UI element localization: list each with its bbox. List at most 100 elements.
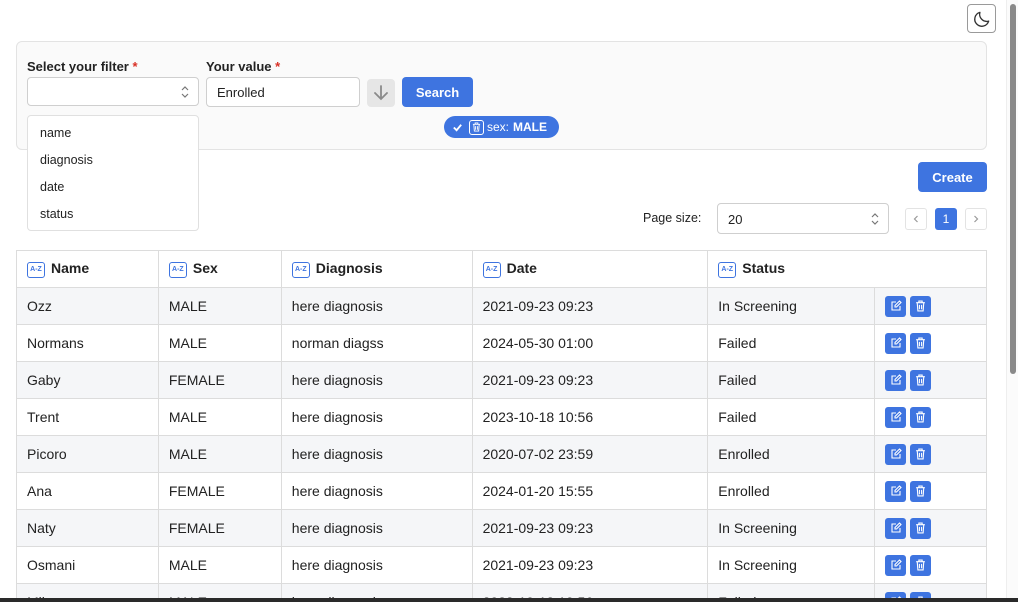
row-actions: [874, 287, 987, 325]
value-input[interactable]: [206, 77, 360, 107]
cell-date: 2024-05-30 01:00: [471, 324, 709, 362]
filter-select[interactable]: [27, 77, 199, 106]
cell-status: Failed: [707, 361, 876, 399]
chevron-left-icon: [913, 215, 918, 223]
page-size-select[interactable]: 20: [717, 203, 889, 234]
edit-icon: [890, 411, 902, 423]
filter-dropdown-menu: name diagnosis date status: [27, 115, 199, 231]
table-row: Ozz MALE here diagnosis 2021-09-23 09:23 In …: [16, 287, 987, 325]
cell-name: Picoro: [16, 435, 159, 473]
patients-table: A-Z Name A-Z Sex A-Z Diagnosis A-Z Date A-Z S…: [16, 250, 987, 602]
dropdown-option-diagnosis[interactable]: diagnosis: [28, 147, 198, 174]
table-row: Naty FEMALE here diagnosis 2021-09-23 09:23…: [16, 509, 987, 547]
delete-button[interactable]: [910, 443, 932, 465]
select-arrows-icon: [181, 86, 189, 98]
cell-sex: FEMALE: [157, 509, 282, 547]
page-size-label: Page size:: [643, 211, 702, 225]
sort-az-icon[interactable]: A-Z: [27, 261, 45, 278]
edit-button[interactable]: [885, 369, 907, 391]
cell-date: 2021-09-23 09:23: [471, 509, 709, 547]
cell-sex: MALE: [157, 398, 282, 436]
moon-icon: [973, 11, 989, 27]
table-header-row: A-Z Name A-Z Sex A-Z Diagnosis A-Z Date A-Z S…: [16, 250, 987, 288]
vertical-scrollbar[interactable]: [1006, 0, 1018, 602]
cell-name: Gaby: [16, 361, 159, 399]
row-actions: [874, 546, 987, 584]
table-row: Picoro MALE here diagnosis 2020-07-02 23:59…: [16, 435, 987, 473]
check-icon: [452, 122, 463, 133]
sort-az-icon[interactable]: A-Z: [168, 261, 187, 278]
delete-button[interactable]: [910, 332, 932, 354]
cell-diagnosis: here diagnosis: [280, 509, 473, 547]
cell-date: 2020-07-02 23:59: [471, 435, 709, 473]
dropdown-option-name[interactable]: name: [28, 120, 198, 147]
edit-button[interactable]: [885, 480, 907, 502]
edit-button[interactable]: [885, 554, 907, 576]
edit-button[interactable]: [885, 406, 907, 428]
row-actions: [874, 509, 987, 547]
page-1-button[interactable]: 1: [935, 208, 957, 230]
sort-az-icon[interactable]: A-Z: [482, 261, 501, 278]
cell-status: Failed: [707, 324, 876, 362]
dark-mode-toggle[interactable]: [967, 4, 996, 33]
delete-button[interactable]: [910, 369, 932, 391]
edit-icon: [890, 522, 902, 534]
filter-select-label: Select your filter *: [27, 59, 138, 74]
column-header-status[interactable]: A-Z Status: [707, 250, 875, 288]
chip-key: sex:: [487, 120, 510, 134]
edit-icon: [890, 559, 902, 571]
scrollbar-thumb[interactable]: [1010, 4, 1016, 374]
table-row: Normans MALE norman diagss 2024-05-30 01:00…: [16, 324, 987, 362]
column-header-sex[interactable]: A-Z Sex: [157, 250, 282, 288]
cell-date: 2021-09-23 09:23: [471, 361, 709, 399]
prev-page-button[interactable]: [905, 208, 927, 230]
delete-button[interactable]: [910, 517, 932, 539]
cell-diagnosis: here diagnosis: [280, 361, 473, 399]
sort-az-icon[interactable]: A-Z: [291, 261, 310, 278]
cell-diagnosis: here diagnosis: [280, 546, 473, 584]
delete-button[interactable]: [910, 295, 932, 317]
cell-date: 2024-01-20 15:55: [471, 472, 709, 510]
edit-button[interactable]: [885, 517, 907, 539]
row-actions: [874, 398, 987, 436]
column-header-name[interactable]: A-Z Name: [16, 250, 159, 288]
next-page-button[interactable]: [965, 208, 987, 230]
cell-name: Normans: [16, 324, 159, 362]
create-button[interactable]: Create: [918, 162, 987, 192]
row-actions: [874, 361, 987, 399]
cell-name: Ozz: [16, 287, 159, 325]
dropdown-option-status[interactable]: status: [28, 201, 198, 228]
trash-icon: [915, 485, 926, 497]
cell-status: In Screening: [707, 509, 876, 547]
edit-icon: [890, 337, 902, 349]
dropdown-option-date[interactable]: date: [28, 174, 198, 201]
trash-icon: [915, 559, 926, 571]
cell-status: Enrolled: [707, 435, 876, 473]
cell-name: Trent: [16, 398, 159, 436]
cell-sex: MALE: [157, 546, 282, 584]
value-input-label: Your value *: [206, 59, 281, 74]
sort-az-icon[interactable]: A-Z: [718, 261, 737, 278]
edit-button[interactable]: [885, 295, 907, 317]
cell-status: In Screening: [707, 287, 876, 325]
row-actions: [874, 435, 987, 473]
submit-arrow-button[interactable]: [367, 79, 395, 107]
trash-icon[interactable]: [469, 119, 484, 135]
column-header-diagnosis[interactable]: A-Z Diagnosis: [280, 250, 473, 288]
trash-icon: [915, 448, 926, 460]
active-filter-chip[interactable]: sex: MALE: [444, 116, 559, 138]
search-button[interactable]: Search: [402, 77, 473, 107]
cell-sex: FEMALE: [157, 361, 282, 399]
delete-button[interactable]: [910, 480, 932, 502]
cell-sex: MALE: [157, 324, 282, 362]
trash-icon: [915, 300, 926, 312]
cell-sex: MALE: [157, 435, 282, 473]
delete-button[interactable]: [910, 406, 932, 428]
column-header-date[interactable]: A-Z Date: [471, 250, 709, 288]
cell-name: Ana: [16, 472, 159, 510]
edit-button[interactable]: [885, 443, 907, 465]
cell-status: Enrolled: [707, 472, 876, 510]
edit-button[interactable]: [885, 332, 907, 354]
cell-name: Osmani: [16, 546, 159, 584]
delete-button[interactable]: [910, 554, 932, 576]
